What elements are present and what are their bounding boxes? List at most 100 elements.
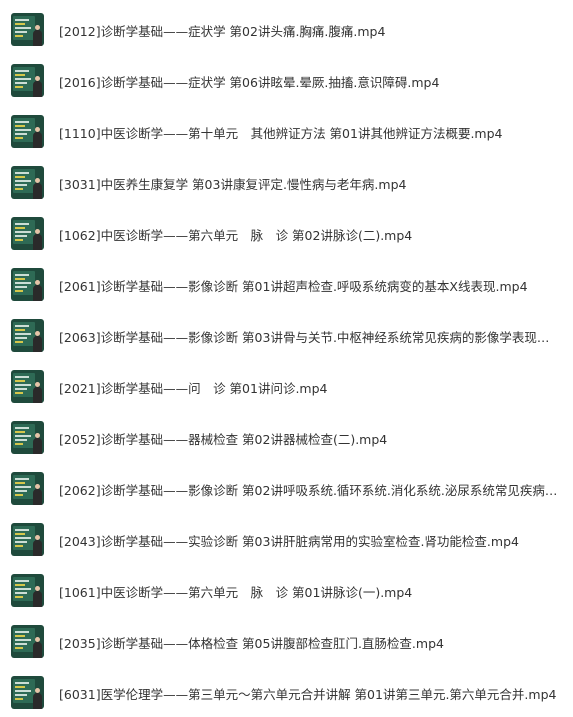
video-thumbnail-icon[interactable] [11,472,44,505]
text-line-graphic [15,690,31,692]
text-line-graphic [15,486,31,488]
text-line-graphic [15,19,29,21]
text-line-graphic [15,494,23,496]
file-row[interactable]: [2062]诊断学基础——影像诊断 第02讲呼吸系统.循环系统.消化系统.泌尿系… [0,462,573,512]
file-name[interactable]: [2062]诊断学基础——影像诊断 第02讲呼吸系统.循环系统.消化系统.泌尿系… [59,483,559,499]
video-thumbnail-icon[interactable] [11,64,44,97]
file-row[interactable]: [2012]诊断学基础——症状学 第02讲头痛.胸痛.腹痛.mp4 [0,3,573,53]
file-name[interactable]: [1061]中医诊断学——第六单元 脉 诊 第01讲脉诊(一).mp4 [59,585,559,601]
text-line-graphic [15,172,29,174]
text-line-graphic [15,482,25,484]
text-line-graphic [15,176,25,178]
file-name[interactable]: [3031]中医养生康复学 第03讲康复评定.慢性病与老年病.mp4 [59,177,559,193]
lecturer-graphic [33,535,42,556]
video-thumbnail-icon[interactable] [11,574,44,607]
video-thumbnail-icon[interactable] [11,13,44,46]
lecturer-graphic [33,280,42,301]
video-thumbnail-icon[interactable] [11,319,44,352]
file-row[interactable]: [2052]诊断学基础——器械检查 第02讲器械检查(二).mp4 [0,411,573,461]
lecturer-graphic [33,688,42,709]
file-list: [2012]诊断学基础——症状学 第02讲头痛.胸痛.腹痛.mp4 [2016]诊… [0,0,573,717]
text-line-graphic [15,431,25,433]
file-name[interactable]: [2021]诊断学基础——问 诊 第01讲问诊.mp4 [59,381,559,397]
text-line-graphic [15,631,29,633]
text-line-graphic [15,337,27,339]
video-thumbnail-icon[interactable] [11,370,44,403]
text-line-graphic [15,584,25,586]
text-line-graphic [15,23,25,25]
file-row[interactable]: [1110]中医诊断学——第十单元 其他辨证方法 第01讲其他辨证方法概要.mp… [0,105,573,155]
file-name[interactable]: [2035]诊断学基础——体格检查 第05讲腹部检查肛门.直肠检查.mp4 [59,636,559,652]
video-thumbnail-icon[interactable] [11,166,44,199]
video-thumbnail-icon[interactable] [11,523,44,556]
text-line-graphic [15,643,27,645]
file-row[interactable]: [1061]中医诊断学——第六单元 脉 诊 第01讲脉诊(一).mp4 [0,564,573,614]
text-line-graphic [15,376,29,378]
file-row[interactable]: [2016]诊断学基础——症状学 第06讲眩晕.晕厥.抽搐.意识障碍.mp4 [0,54,573,104]
video-thumbnail-icon[interactable] [11,421,44,454]
text-line-graphic [15,231,31,233]
text-line-graphic [15,392,23,394]
lecturer-graphic [33,484,42,505]
text-line-graphic [15,31,27,33]
text-line-graphic [15,235,27,237]
video-thumbnail-icon[interactable] [11,217,44,250]
text-line-graphic [15,427,29,429]
text-line-graphic [15,121,29,123]
file-name[interactable]: [6031]医学伦理学——第三单元～第六单元合并讲解 第01讲第三单元.第六单元… [59,687,559,703]
text-line-graphic [15,580,29,582]
file-name[interactable]: [2061]诊断学基础——影像诊断 第01讲超声检查.呼吸系统病变的基本X线表现… [59,279,559,295]
text-line-graphic [15,329,25,331]
video-thumbnail-icon[interactable] [11,268,44,301]
video-thumbnail-icon[interactable] [11,625,44,658]
file-name[interactable]: [2052]诊断学基础——器械检查 第02讲器械检查(二).mp4 [59,432,559,448]
text-line-graphic [15,435,31,437]
text-line-graphic [15,639,31,641]
text-line-graphic [15,443,23,445]
text-line-graphic [15,384,31,386]
text-line-graphic [15,325,29,327]
file-row[interactable]: [2035]诊断学基础——体格检查 第05讲腹部检查肛门.直肠检查.mp4 [0,615,573,665]
text-line-graphic [15,686,25,688]
file-name[interactable]: [2043]诊断学基础——实验诊断 第03讲肝脏病常用的实验室检查.肾功能检查.… [59,534,559,550]
text-line-graphic [15,596,23,598]
text-line-graphic [15,86,23,88]
text-line-graphic [15,529,29,531]
file-row[interactable]: [1062]中医诊断学——第六单元 脉 诊 第02讲脉诊(二).mp4 [0,207,573,257]
file-name[interactable]: [2016]诊断学基础——症状学 第06讲眩晕.晕厥.抽搐.意识障碍.mp4 [59,75,559,91]
file-name[interactable]: [2063]诊断学基础——影像诊断 第03讲骨与关节.中枢神经系统常见疾病的影像… [59,330,559,346]
text-line-graphic [15,694,27,696]
lecturer-graphic [33,637,42,658]
text-line-graphic [15,545,23,547]
text-line-graphic [15,125,25,127]
text-line-graphic [15,541,27,543]
text-line-graphic [15,74,25,76]
text-line-graphic [15,188,23,190]
file-row[interactable]: [2063]诊断学基础——影像诊断 第03讲骨与关节.中枢神经系统常见疾病的影像… [0,309,573,359]
text-line-graphic [15,129,31,131]
lecturer-graphic [33,178,42,199]
lecturer-graphic [33,127,42,148]
file-row[interactable]: [3031]中医养生康复学 第03讲康复评定.慢性病与老年病.mp4 [0,156,573,206]
file-row[interactable]: [2043]诊断学基础——实验诊断 第03讲肝脏病常用的实验室检查.肾功能检查.… [0,513,573,563]
file-row[interactable]: [2061]诊断学基础——影像诊断 第01讲超声检查.呼吸系统病变的基本X线表现… [0,258,573,308]
text-line-graphic [15,278,25,280]
text-line-graphic [15,137,23,139]
file-name[interactable]: [1062]中医诊断学——第六单元 脉 诊 第02讲脉诊(二).mp4 [59,228,559,244]
text-line-graphic [15,274,29,276]
file-row[interactable]: [6031]医学伦理学——第三单元～第六单元合并讲解 第01讲第三单元.第六单元… [0,666,573,716]
text-line-graphic [15,490,27,492]
text-line-graphic [15,286,27,288]
lecturer-graphic [33,331,42,352]
text-line-graphic [15,70,29,72]
text-line-graphic [15,227,25,229]
lecturer-graphic [33,586,42,607]
text-line-graphic [15,478,29,480]
file-row[interactable]: [2021]诊断学基础——问 诊 第01讲问诊.mp4 [0,360,573,410]
file-name[interactable]: [2012]诊断学基础——症状学 第02讲头痛.胸痛.腹痛.mp4 [59,24,559,40]
file-name[interactable]: [1110]中医诊断学——第十单元 其他辨证方法 第01讲其他辨证方法概要.mp… [59,126,559,142]
lecturer-graphic [33,25,42,46]
video-thumbnail-icon[interactable] [11,676,44,709]
text-line-graphic [15,537,31,539]
video-thumbnail-icon[interactable] [11,115,44,148]
